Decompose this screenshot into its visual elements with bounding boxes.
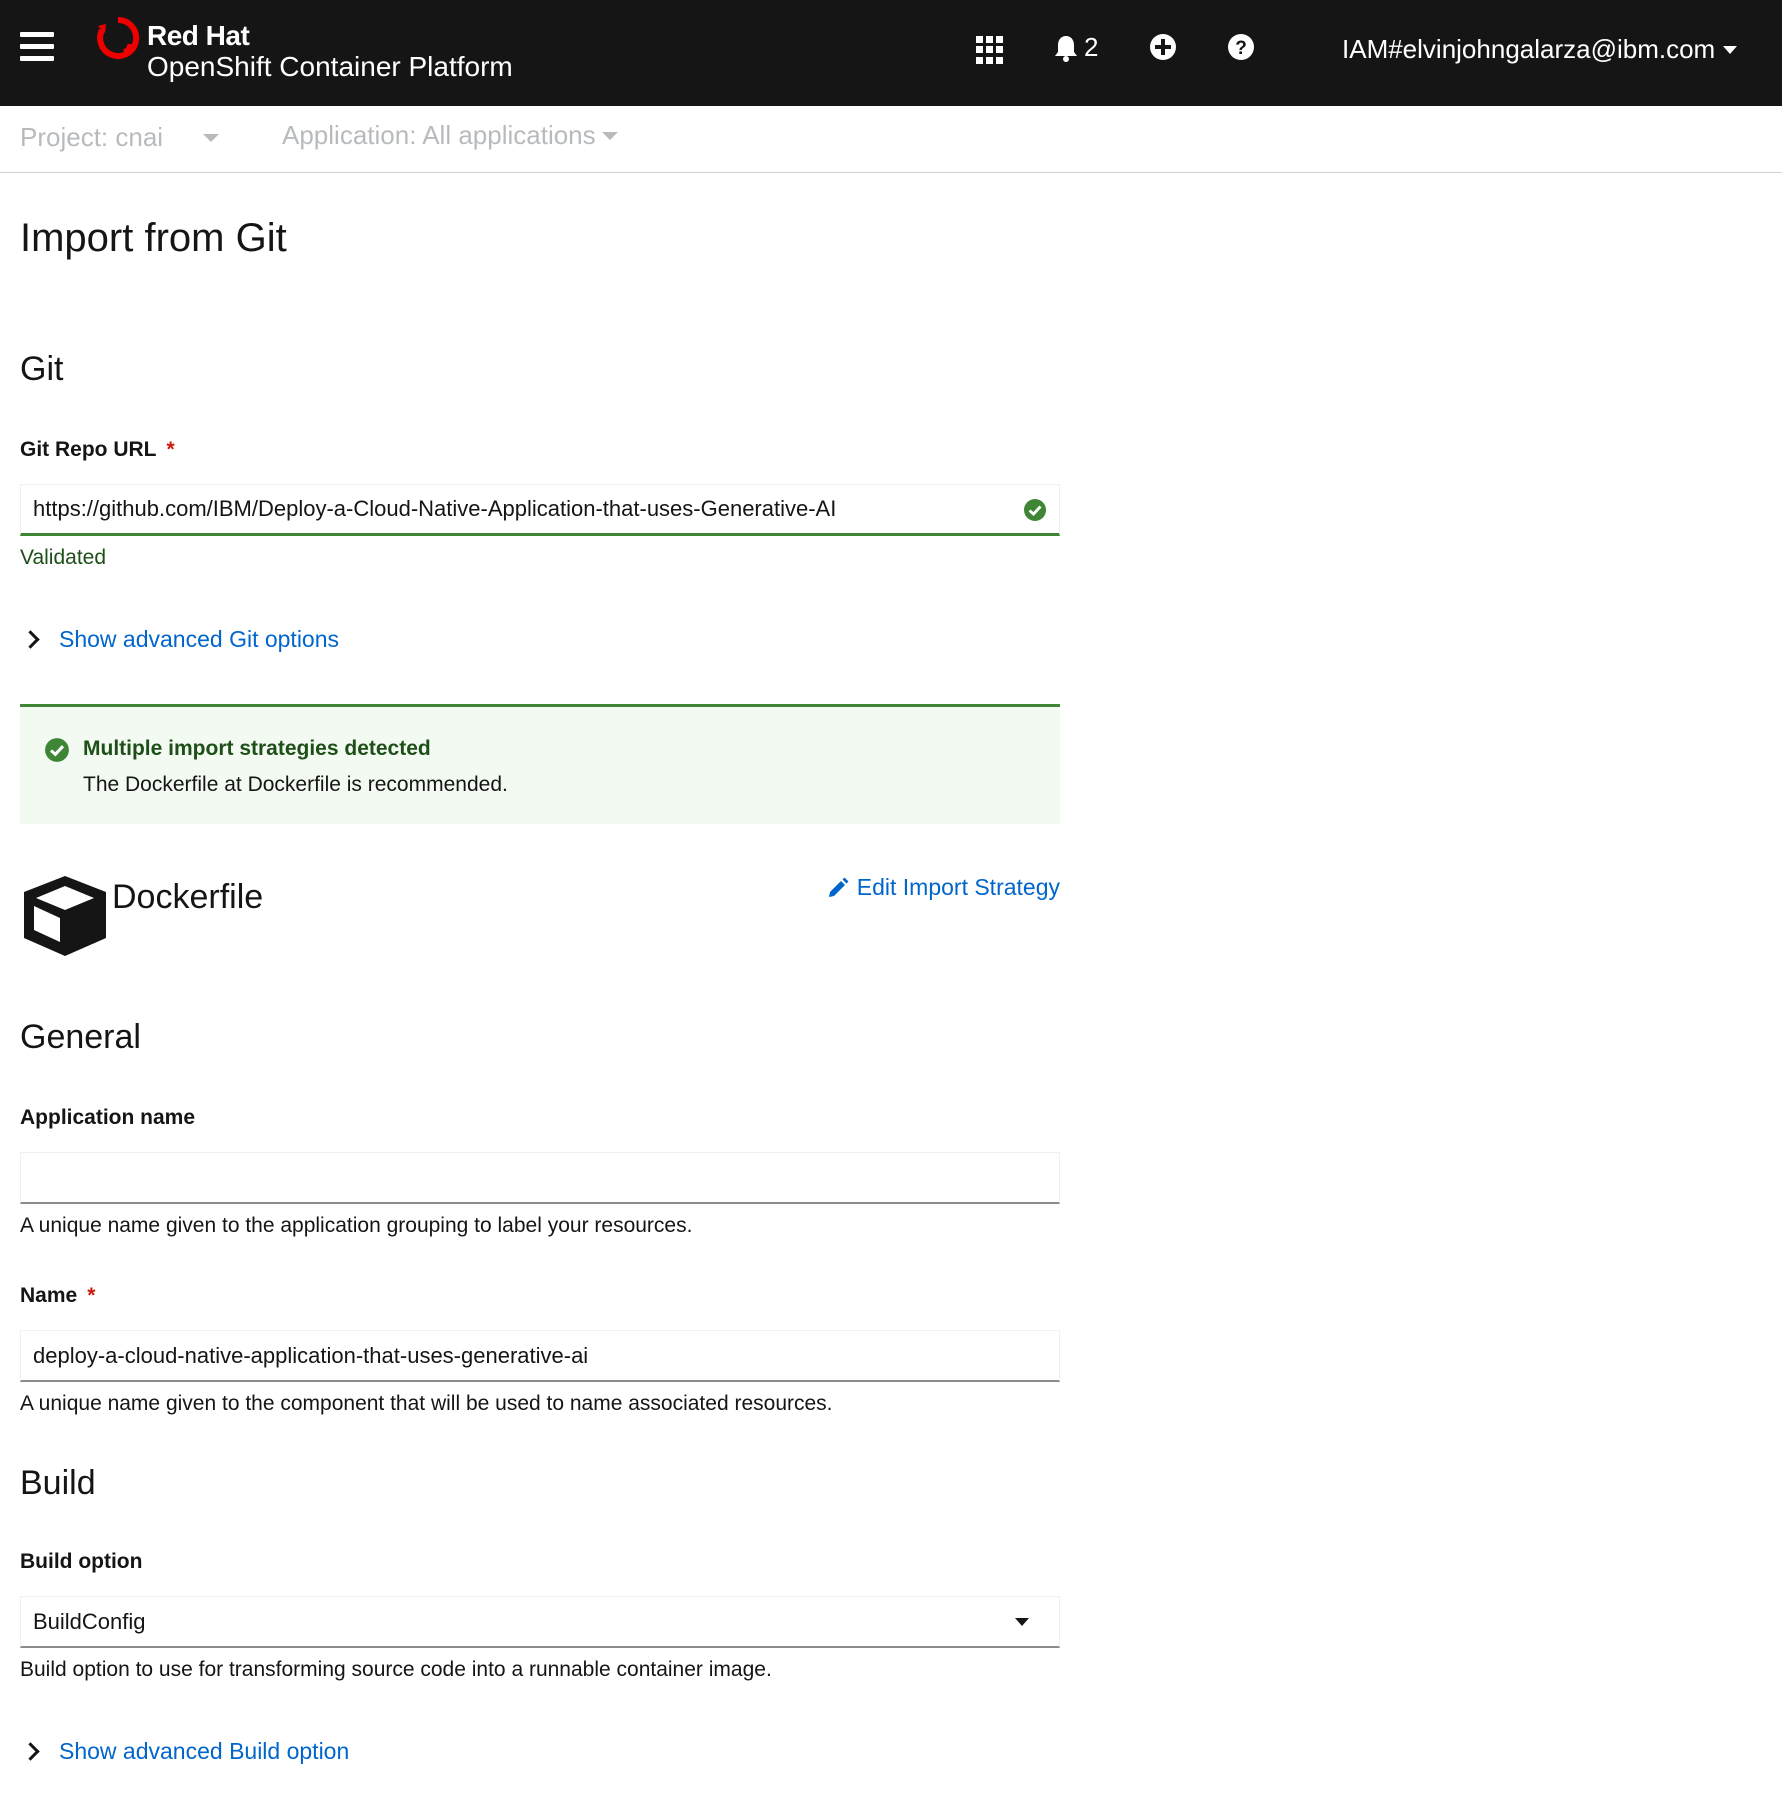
advanced-build-option-toggle[interactable]: Show advanced Build option bbox=[21, 1738, 349, 1765]
alert-body: The Dockerfile at Dockerfile is recommen… bbox=[83, 773, 508, 796]
app-launcher-icon[interactable] bbox=[976, 36, 1004, 64]
build-option-select[interactable]: BuildConfig bbox=[20, 1596, 1060, 1648]
project-selector[interactable]: Project: cnai bbox=[20, 122, 220, 153]
application-name-input[interactable] bbox=[20, 1152, 1060, 1204]
notifications-button[interactable]: 2 bbox=[1054, 32, 1098, 63]
name-label: Name * bbox=[20, 1284, 95, 1308]
import-strategy-alert: Multiple import strategies detected The … bbox=[20, 704, 1060, 824]
alert-title: Multiple import strategies detected bbox=[83, 737, 431, 760]
git-repo-url-value: https://github.com/IBM/Deploy-a-Cloud-Na… bbox=[33, 496, 837, 521]
check-circle-icon bbox=[45, 738, 69, 762]
section-title-general: General bbox=[20, 1018, 141, 1056]
name-help: A unique name given to the component tha… bbox=[20, 1392, 833, 1415]
git-repo-url-input[interactable]: https://github.com/IBM/Deploy-a-Cloud-Na… bbox=[20, 484, 1060, 536]
svg-text:?: ? bbox=[1235, 38, 1247, 59]
cube-icon bbox=[24, 876, 106, 956]
caret-down-icon bbox=[1723, 45, 1738, 54]
caret-down-icon bbox=[1015, 1618, 1029, 1626]
advanced-git-options-toggle[interactable]: Show advanced Git options bbox=[21, 626, 339, 653]
bell-icon bbox=[1055, 35, 1077, 62]
name-value: deploy-a-cloud-native-application-that-u… bbox=[33, 1342, 589, 1368]
edit-import-strategy-button[interactable]: Edit Import Strategy bbox=[827, 874, 1060, 901]
build-option-help: Build option to use for transforming sou… bbox=[20, 1658, 772, 1681]
help-icon[interactable]: ? bbox=[1227, 33, 1255, 61]
strategy-name: Dockerfile bbox=[112, 878, 264, 916]
application-name-label: Application name bbox=[20, 1106, 196, 1129]
build-option-label: Build option bbox=[20, 1550, 143, 1573]
section-title-build: Build bbox=[20, 1464, 96, 1502]
masthead: Red Hat OpenShift Container Platform 2 ?… bbox=[0, 0, 1782, 106]
advanced-git-options-link[interactable]: Show advanced Git options bbox=[59, 626, 339, 653]
application-name-help: A unique name given to the application g… bbox=[20, 1214, 693, 1237]
required-indicator: * bbox=[166, 438, 175, 461]
hamburger-menu-button[interactable] bbox=[20, 32, 54, 64]
project-selector-label: Project: cnai bbox=[20, 122, 164, 152]
section-title-git: Git bbox=[20, 350, 64, 388]
brand-name: Red Hat bbox=[147, 20, 250, 51]
chevron-right-icon bbox=[21, 1742, 40, 1761]
build-option-value: BuildConfig bbox=[33, 1608, 146, 1634]
git-repo-url-label-text: Git Repo URL bbox=[20, 438, 157, 461]
validation-message: Validated bbox=[20, 546, 107, 569]
required-indicator: * bbox=[87, 1284, 96, 1307]
name-input[interactable]: deploy-a-cloud-native-application-that-u… bbox=[20, 1330, 1060, 1382]
application-selector-label: Application: All applications bbox=[282, 120, 596, 150]
advanced-build-option-link[interactable]: Show advanced Build option bbox=[59, 1738, 349, 1765]
redhat-logo-icon bbox=[97, 16, 140, 59]
check-circle-icon bbox=[1024, 499, 1046, 521]
application-selector[interactable]: Application: All applications bbox=[282, 120, 618, 151]
caret-down-icon bbox=[601, 131, 618, 140]
git-repo-url-label: Git Repo URL * bbox=[20, 438, 175, 462]
user-menu-toggle[interactable]: IAM#elvinjohngalarza@ibm.com bbox=[1342, 34, 1738, 65]
plus-circle-icon[interactable] bbox=[1149, 33, 1177, 61]
context-bar: Project: cnai Application: All applicati… bbox=[0, 106, 1782, 173]
chevron-right-icon bbox=[21, 630, 40, 649]
page-title: Import from Git bbox=[20, 216, 287, 260]
pencil-icon bbox=[828, 877, 849, 897]
edit-import-strategy-link[interactable]: Edit Import Strategy bbox=[857, 874, 1060, 901]
notification-count: 2 bbox=[1084, 32, 1099, 62]
product-name: OpenShift Container Platform bbox=[147, 51, 513, 82]
caret-down-icon bbox=[203, 133, 220, 142]
user-name: IAM#elvinjohngalarza@ibm.com bbox=[1342, 34, 1716, 64]
name-label-text: Name bbox=[20, 1284, 78, 1307]
